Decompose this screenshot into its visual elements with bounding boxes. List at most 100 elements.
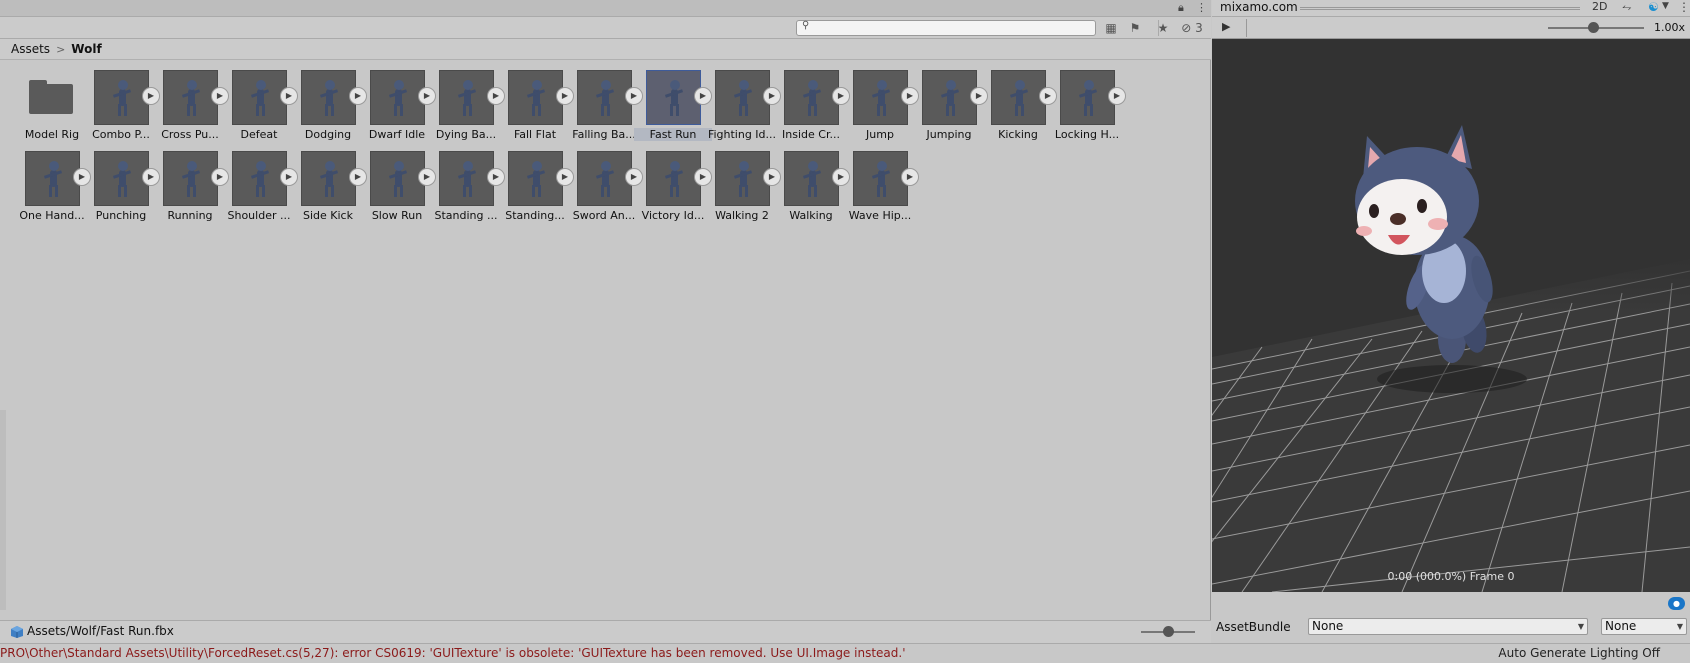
animation-clip-item[interactable]: ▶ Victory Id... — [638, 151, 712, 231]
animation-clip-item[interactable]: ▶ Running — [155, 151, 229, 231]
play-button[interactable]: ▶ — [1222, 20, 1230, 33]
asset-label: Jumping — [926, 128, 972, 141]
avatar-icon[interactable]: ☯ — [1648, 0, 1659, 14]
auto-lighting-status[interactable]: Auto Generate Lighting Off — [1498, 646, 1660, 660]
asset-label: One Hand... — [19, 209, 85, 222]
character-pose-icon — [112, 161, 132, 197]
asset-bundle-label: AssetBundle — [1216, 620, 1291, 634]
character-pose-icon — [595, 161, 615, 197]
character-pose-icon — [250, 80, 270, 116]
character-pose-icon — [526, 161, 546, 197]
animation-clip-item[interactable]: ▶ Slow Run — [362, 151, 436, 231]
play-preview-icon[interactable]: ▶ — [901, 168, 919, 186]
toggle-2d-button[interactable]: 2D — [1592, 0, 1607, 13]
asset-label: Dying Ba... — [435, 128, 497, 141]
panel-resize-edge[interactable] — [0, 410, 6, 610]
asset-label: Fighting Id... — [707, 128, 777, 141]
asset-label: Side Kick — [303, 209, 353, 222]
character-pose-icon — [250, 161, 270, 197]
animation-clip-item[interactable]: ▶ Combo P... — [86, 70, 160, 150]
animation-clip-item[interactable]: ▶ Fighting Id... — [707, 70, 781, 150]
asset-label: Model Rig — [24, 128, 80, 141]
animation-clip-item[interactable]: ▶ Kicking — [983, 70, 1057, 150]
animation-thumbnail — [715, 70, 770, 125]
favorite-star-icon[interactable]: ★ — [1152, 19, 1174, 37]
animation-clip-item[interactable]: ▶ Shoulder ... — [224, 151, 298, 231]
animation-clip-item[interactable]: ▶ Inside Cr... — [776, 70, 850, 150]
icon-size-slider-knob[interactable] — [1163, 626, 1174, 637]
asset-labels-icon[interactable]: ● — [1668, 597, 1685, 610]
animation-thumbnail — [991, 70, 1046, 125]
asset-label: Kicking — [998, 128, 1038, 141]
pivot-icon[interactable]: ⥊ — [1622, 0, 1632, 15]
hidden-packages-toggle[interactable]: ⊘ 3 — [1176, 19, 1208, 37]
animation-clip-item[interactable]: ▶ Locking H... — [1052, 70, 1126, 150]
asset-label: Punching — [95, 209, 147, 222]
animation-thumbnail — [163, 70, 218, 125]
animation-clip-item[interactable]: ▶ Wave Hip... — [845, 151, 919, 231]
animation-thumbnail — [508, 70, 563, 125]
asset-label: Shoulder ... — [227, 209, 291, 222]
folder-item[interactable]: Model Rig — [17, 70, 87, 150]
animation-clip-item[interactable]: ▶ Fast Run — [634, 70, 712, 150]
animation-preview-viewport[interactable]: 0:00 (000.0%) Frame 0 — [1212, 39, 1690, 592]
asset-label: Cross Pu... — [161, 128, 219, 141]
animation-clip-item[interactable]: ▶ Punching — [86, 151, 160, 231]
asset-label: Falling Ba... — [572, 128, 636, 141]
asset-label: Running — [167, 209, 213, 222]
kebab-menu-icon[interactable]: ⋮ — [1196, 1, 1207, 14]
breadcrumb-wolf[interactable]: Wolf — [71, 39, 101, 59]
animation-thumbnail — [784, 151, 839, 206]
animation-clip-item[interactable]: ▶ Sword An... — [569, 151, 643, 231]
animation-clip-item[interactable]: ▶ Walking — [776, 151, 850, 231]
animation-clip-item[interactable]: ▶ Falling Ba... — [569, 70, 643, 150]
character-pose-icon — [664, 80, 684, 116]
animation-clip-item[interactable]: ▶ Standing... — [500, 151, 574, 231]
playback-toolbar: ▶ 1.00x — [1212, 17, 1690, 39]
animation-thumbnail — [370, 70, 425, 125]
animation-clip-item[interactable]: ▶ Dodging — [293, 70, 367, 150]
animation-thumbnail — [784, 70, 839, 125]
drag-handle-line[interactable] — [1300, 7, 1580, 10]
playback-speed-knob[interactable] — [1588, 22, 1599, 33]
animation-thumbnail — [232, 70, 287, 125]
toolbar-divider — [1246, 19, 1247, 37]
animation-clip-item[interactable]: ▶ Defeat — [224, 70, 298, 150]
kebab-menu-icon[interactable]: ⋮ — [1678, 0, 1690, 14]
selected-asset-path: Assets/Wolf/Fast Run.fbx — [27, 624, 174, 638]
asset-bundle-dropdown[interactable]: None ▼ — [1308, 618, 1588, 635]
animation-thumbnail — [715, 151, 770, 206]
search-input[interactable] — [815, 22, 1091, 34]
hidden-packages-eye-icon: ⊘ — [1181, 21, 1192, 35]
preview-panel: mixamo.com 2D ⥊ ☯ ▼ ⋮ ▶ 1.00x 0:00 (000.… — [1212, 0, 1690, 643]
chevron-down-icon[interactable]: ▼ — [1662, 1, 1669, 11]
animation-clip-item[interactable]: ▶ Standing ... — [431, 151, 505, 231]
asset-bundle-variant-dropdown[interactable]: None ▼ — [1601, 618, 1687, 635]
animation-clip-item[interactable]: ▶ One Hand... — [17, 151, 91, 231]
console-error-message[interactable]: PRO\Other\Standard Assets\Utility\Forced… — [0, 646, 1400, 660]
search-field[interactable]: ⚲ — [796, 20, 1096, 36]
animation-clip-item[interactable]: ▶ Side Kick — [293, 151, 367, 231]
animation-clip-item[interactable]: ▶ Dying Ba... — [431, 70, 505, 150]
character-pose-icon — [802, 161, 822, 197]
animation-clip-item[interactable]: ▶ Jump — [845, 70, 919, 150]
animation-thumbnail — [577, 151, 632, 206]
animation-clip-item[interactable]: ▶ Dwarf Idle — [362, 70, 436, 150]
animation-thumbnail — [646, 151, 701, 206]
asset-label: Slow Run — [371, 209, 423, 222]
animation-thumbnail — [853, 151, 908, 206]
search-icon: ⚲ — [802, 20, 810, 31]
chevron-down-icon: ▼ — [1577, 622, 1584, 631]
play-preview-icon[interactable]: ▶ — [1108, 87, 1126, 105]
lock-icon[interactable]: 🔒︎ — [1178, 1, 1184, 15]
label-icon[interactable]: ⚑ — [1124, 19, 1146, 37]
character-pose-icon — [595, 80, 615, 116]
animation-clip-item[interactable]: ▶ Jumping — [914, 70, 988, 150]
breadcrumb-assets[interactable]: Assets — [11, 39, 50, 59]
animation-clip-item[interactable]: ▶ Walking 2 — [707, 151, 781, 231]
asset-bundle-variant-value: None — [1605, 619, 1637, 633]
animation-clip-item[interactable]: ▶ Cross Pu... — [155, 70, 229, 150]
animation-clip-item[interactable]: ▶ Fall Flat — [500, 70, 574, 150]
icon-size-slider[interactable] — [1141, 626, 1195, 637]
search-by-type-icon[interactable]: ▦ — [1100, 19, 1122, 37]
